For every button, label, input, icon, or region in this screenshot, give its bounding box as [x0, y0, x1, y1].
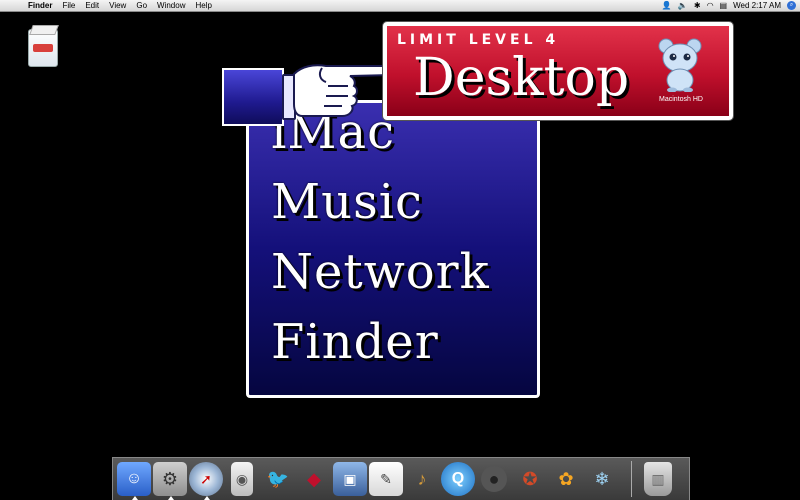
- hand-sleeve: [222, 68, 284, 126]
- level-title: Desktop: [413, 48, 630, 108]
- dock-separator: [631, 461, 632, 497]
- spotlight-icon[interactable]: ⌕: [787, 1, 796, 10]
- menu-app-finder[interactable]: Finder: [23, 0, 57, 11]
- finder-dock-icon[interactable]: ☺: [117, 462, 151, 500]
- menu-option-finder[interactable]: Finder: [271, 307, 490, 377]
- drive-box: [28, 29, 58, 67]
- garageband-dock-icon[interactable]: ♪: [405, 462, 439, 496]
- running-indicator: [132, 496, 138, 500]
- volume-icon[interactable]: 🔈: [678, 0, 688, 11]
- menu-bar: Finder File Edit View Go Window Help 👤 🔈…: [0, 0, 800, 12]
- menu-option-music[interactable]: Music: [271, 167, 490, 237]
- menu-help[interactable]: Help: [190, 0, 216, 11]
- menu-edit[interactable]: Edit: [80, 0, 104, 11]
- menu-clock[interactable]: Wed 2:17 AM: [733, 0, 781, 11]
- safari-dock-icon[interactable]: ➚: [189, 462, 223, 500]
- user-icon[interactable]: 👤: [662, 0, 672, 11]
- trash-dock-icon[interactable]: ▥: [644, 462, 672, 496]
- snowflake-creature-dock-icon[interactable]: ❄: [585, 462, 619, 496]
- apple-menu-icon[interactable]: [8, 1, 18, 10]
- system-preferences-dock-icon[interactable]: ⚙: [153, 462, 187, 500]
- quicktime-dock-icon[interactable]: Q: [441, 462, 475, 496]
- textedit-dock-icon[interactable]: ✎: [369, 462, 403, 496]
- red-bird-dock-icon[interactable]: ◆: [297, 462, 331, 496]
- menu-view[interactable]: View: [104, 0, 131, 11]
- running-indicator: [204, 496, 210, 500]
- menu-option-network[interactable]: Network: [271, 237, 490, 307]
- ipod-dock-icon[interactable]: ◉: [231, 462, 253, 496]
- menu-extras: 👤 🔈 ✱ ◠ ▤ Wed 2:17 AM ⌕: [662, 0, 800, 11]
- cat-toy-dock-icon[interactable]: ✪: [513, 462, 547, 496]
- bomb-dock-icon[interactable]: ●: [477, 462, 511, 496]
- level-title-banner: LIMIT LEVEL 4 Desktop Macintosh HD: [383, 22, 733, 120]
- drive-stripe: [33, 44, 53, 52]
- mascot-bear-icon: [658, 38, 702, 92]
- goldfish-dock-icon[interactable]: ✿: [549, 462, 583, 496]
- dock: ☺ ⚙ ➚ ◉ 🐦 ◆ ▣ ✎ ♪ Q ● ✪ ✿ ❄ ▥: [112, 457, 690, 500]
- mascot-label: Macintosh HD: [659, 96, 703, 103]
- flag-us-icon[interactable]: ▤: [720, 0, 728, 11]
- menu-window[interactable]: Window: [152, 0, 190, 11]
- level-menu-panel: iMac Music Network Finder: [246, 100, 540, 398]
- level-label: LIMIT LEVEL 4: [397, 32, 560, 48]
- menu-file[interactable]: File: [57, 0, 80, 11]
- wifi-icon[interactable]: ◠: [707, 0, 714, 11]
- menu-go[interactable]: Go: [131, 0, 152, 11]
- macintosh-hd-drive-icon[interactable]: [22, 26, 64, 78]
- bluetooth-icon[interactable]: ✱: [694, 0, 701, 11]
- iphoto-dock-icon[interactable]: ▣: [333, 462, 367, 496]
- running-indicator: [168, 496, 174, 500]
- pointing-hand-cursor-icon: [222, 60, 402, 128]
- mail-bird-dock-icon[interactable]: 🐦: [261, 462, 295, 496]
